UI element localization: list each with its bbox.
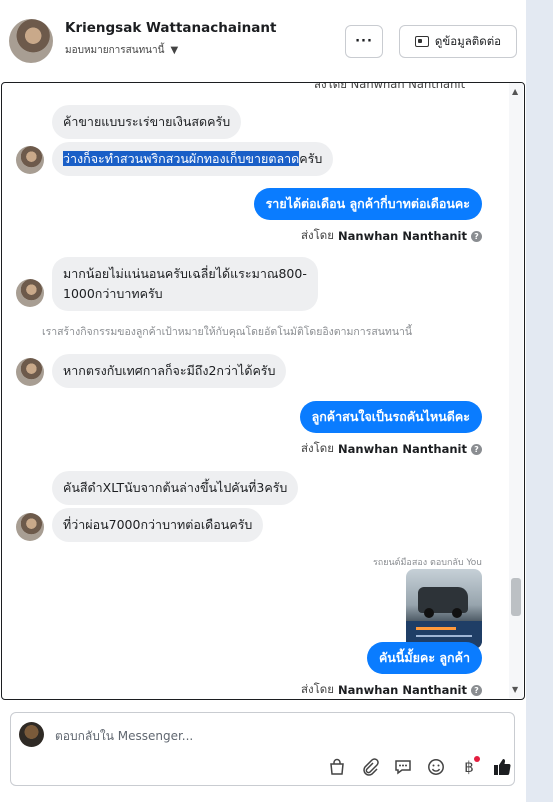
sent-by: ส่งโดย Nanwhan Nanthanit ? bbox=[301, 681, 482, 699]
more-options-button[interactable]: ··· bbox=[345, 25, 383, 58]
message-thread[interactable]: ส่งโดย Nanwhan Nanthanit ค้าขายแบบระเร่ข… bbox=[1, 82, 525, 700]
attach-icon[interactable] bbox=[358, 757, 382, 777]
contact-avatar[interactable] bbox=[9, 19, 53, 63]
incoming-message[interactable]: หากตรงกับเทศกาลก็จะมีถึง2กว่าได้ครับ bbox=[52, 354, 287, 388]
bag-icon[interactable] bbox=[325, 757, 349, 777]
assign-label: มอบหมายการสนทนานี้ bbox=[65, 45, 165, 56]
reply-label: รถยนต์มือสอง ตอบกลับ You bbox=[372, 558, 482, 568]
thread-scrollbar[interactable]: ▲ ▼ bbox=[509, 83, 523, 698]
scroll-down-icon[interactable]: ▼ bbox=[512, 685, 518, 694]
scroll-up-icon[interactable]: ▲ bbox=[512, 87, 518, 96]
like-icon[interactable] bbox=[490, 757, 514, 777]
page-avatar bbox=[19, 722, 44, 747]
reply-input[interactable]: ตอบกลับใน Messenger... bbox=[55, 727, 193, 746]
replied-image-thumbnail[interactable] bbox=[406, 569, 482, 649]
outgoing-message[interactable]: คันนี้มั้ยคะ ลูกค้า bbox=[366, 642, 482, 674]
contact-card-icon bbox=[414, 36, 429, 47]
contact-avatar-small bbox=[16, 279, 44, 307]
info-icon[interactable]: ? bbox=[471, 684, 482, 696]
incoming-message[interactable]: ค้าขายแบบระเร่ขายเงินสดครับ bbox=[52, 105, 242, 139]
side-gutter bbox=[526, 0, 553, 802]
selected-text: ว่างก็จะทำสวนพริกสวนผักทองเก็บขายตลาด bbox=[63, 151, 300, 166]
scrollbar-thumb[interactable] bbox=[511, 578, 521, 616]
emoji-icon[interactable] bbox=[424, 757, 448, 777]
car-image bbox=[418, 587, 468, 618]
view-contact-button[interactable]: ดูข้อมูลติดต่อ bbox=[399, 25, 517, 58]
more-icon: ··· bbox=[355, 34, 373, 49]
info-icon[interactable]: ? bbox=[471, 443, 482, 455]
caret-down-icon: ▼ bbox=[170, 45, 179, 56]
sender-name[interactable]: Nanwhan Nanthanit bbox=[338, 683, 467, 697]
outgoing-message[interactable]: ลูกค้าสนใจเป็นรถคันไหนดีคะ bbox=[299, 401, 482, 433]
incoming-message[interactable]: ที่ว่าผ่อน7000กว่าบาทต่อเดือนครับ bbox=[52, 508, 264, 542]
baht-icon[interactable]: ฿ bbox=[457, 756, 481, 777]
notification-dot bbox=[474, 756, 480, 762]
sent-by: ส่งโดย Nanwhan Nanthanit ? bbox=[301, 440, 482, 458]
sender-name[interactable]: Nanwhan Nanthanit bbox=[338, 229, 467, 243]
reply-composer[interactable]: ตอบกลับใน Messenger... ฿ bbox=[10, 712, 515, 786]
sent-by: ส่งโดย Nanwhan Nanthanit ? bbox=[301, 227, 482, 245]
incoming-message[interactable]: คันสีดำXLTนับจากต้นล่างขึ้นไปคันที่3ครับ bbox=[52, 471, 299, 505]
saved-reply-icon[interactable] bbox=[391, 757, 415, 777]
contact-avatar-small bbox=[16, 513, 44, 541]
conversation-panel: Kriengsak Wattanachainant มอบหมายการสนทน… bbox=[0, 0, 526, 802]
incoming-message-selected[interactable]: ว่างก็จะทำสวนพริกสวนผักทองเก็บขายตลาดครั… bbox=[52, 142, 334, 176]
contact-name[interactable]: Kriengsak Wattanachainant bbox=[65, 20, 276, 36]
sender-name[interactable]: Nanwhan Nanthanit bbox=[338, 442, 467, 456]
info-icon[interactable]: ? bbox=[471, 230, 482, 242]
automation-notice: เราสร้างกิจกรรมของลูกค้าเป้าหมายให้กับคุ… bbox=[42, 326, 413, 338]
message-text-rest: ครับ bbox=[299, 151, 323, 166]
contact-avatar-small bbox=[16, 358, 44, 386]
contact-avatar-small bbox=[16, 146, 44, 174]
composer-toolbar: ฿ bbox=[325, 756, 514, 777]
sent-by-cut: ส่งโดย Nanwhan Nanthanit bbox=[314, 82, 466, 91]
assign-conversation-dropdown[interactable]: มอบหมายการสนทนานี้ ▼ bbox=[65, 43, 178, 58]
view-contact-label: ดูข้อมูลติดต่อ bbox=[434, 33, 502, 48]
conversation-header: Kriengsak Wattanachainant มอบหมายการสนทน… bbox=[0, 0, 526, 82]
outgoing-message[interactable]: รายได้ต่อเดือน ลูกค้ากี่บาทต่อเดือนคะ bbox=[253, 188, 482, 220]
incoming-message[interactable]: มากน้อยไม่แน่นอนครับเฉลี่ยได้แระมาณ800- … bbox=[52, 257, 318, 311]
